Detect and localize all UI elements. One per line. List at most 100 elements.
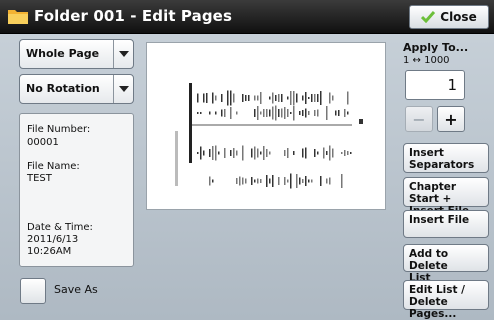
file-name-label: File Name: bbox=[27, 161, 80, 172]
scan-text-mark bbox=[347, 151, 349, 155]
scan-text-mark bbox=[308, 179, 310, 183]
scan-text-mark bbox=[314, 149, 316, 157]
scan-text-mark bbox=[281, 94, 283, 102]
page-select-value: Whole Page bbox=[26, 47, 100, 60]
scan-text-mark bbox=[242, 145, 244, 161]
save-as-label: Save As bbox=[54, 283, 98, 296]
scan-text-mark bbox=[230, 107, 232, 119]
scan-text-mark bbox=[284, 177, 286, 185]
scan-text-mark bbox=[302, 148, 304, 158]
insert-separators-line1: Insert bbox=[409, 147, 444, 159]
scan-text-mark bbox=[347, 91, 349, 105]
scan-text-mark bbox=[278, 94, 280, 102]
scan-text-mark bbox=[308, 111, 310, 115]
scan-text-mark bbox=[302, 179, 304, 183]
scan-text-mark bbox=[293, 91, 295, 105]
scan-text-mark bbox=[335, 110, 337, 116]
scan-text-mark bbox=[239, 176, 241, 186]
scan-text-mark bbox=[251, 148, 253, 158]
scan-text-mark bbox=[329, 145, 331, 161]
page-select-dropdown[interactable]: Whole Page bbox=[19, 39, 134, 69]
scan-text-mark bbox=[290, 112, 292, 114]
page-number-field[interactable]: 1 bbox=[405, 70, 465, 100]
chapter-start-insert-file-button[interactable]: Chapter Start + Insert File bbox=[403, 177, 489, 217]
folder-icon bbox=[8, 10, 28, 24]
scan-text-mark bbox=[260, 151, 262, 155]
insert-separators-button[interactable]: Insert Separators bbox=[403, 143, 489, 173]
scan-text-mark bbox=[269, 109, 271, 117]
file-name-value: TEST bbox=[27, 173, 52, 184]
file-number-label: File Number: bbox=[27, 124, 91, 135]
scan-text-mark bbox=[305, 147, 307, 159]
increment-button[interactable]: + bbox=[437, 106, 465, 132]
scan-text-mark bbox=[203, 150, 205, 156]
scan-text-mark bbox=[326, 151, 328, 155]
scan-text-mark bbox=[209, 149, 211, 157]
apply-to-title: Apply To... bbox=[403, 41, 469, 54]
scan-text-mark bbox=[329, 92, 331, 104]
scan-text-mark bbox=[332, 95, 334, 101]
scan-text-mark bbox=[218, 151, 220, 155]
scan-text-mark bbox=[212, 92, 214, 104]
scan-text-mark bbox=[308, 97, 310, 99]
scan-text-mark bbox=[290, 91, 292, 105]
scan-text-mark bbox=[242, 177, 244, 185]
decrement-button[interactable]: − bbox=[405, 106, 433, 132]
edit-list-line2: Delete Pages... bbox=[409, 296, 457, 320]
scan-text-mark bbox=[275, 105, 277, 121]
scan-text-mark bbox=[260, 92, 262, 104]
scan-text-mark bbox=[266, 109, 268, 117]
scan-text-mark bbox=[257, 95, 259, 101]
insert-file-button[interactable]: Insert File bbox=[403, 210, 489, 238]
scan-text-mark bbox=[245, 95, 247, 101]
edit-list-delete-pages-button[interactable]: Edit List / Delete Pages... bbox=[403, 280, 489, 320]
scan-text-mark bbox=[296, 93, 298, 103]
screen: Folder 001 - Edit Pages Close Whole Page… bbox=[0, 0, 494, 320]
chapter-start-line1: Chapter Start + bbox=[409, 181, 457, 205]
scan-text-mark bbox=[305, 108, 307, 118]
add-to-delete-line1: Add to Delete bbox=[409, 248, 449, 272]
scan-text-mark bbox=[287, 148, 289, 158]
scan-text-mark bbox=[293, 105, 295, 121]
scan-text-mark bbox=[281, 108, 283, 118]
scan-text-mark bbox=[296, 174, 298, 188]
scan-text-mark bbox=[197, 93, 199, 103]
close-button[interactable]: Close bbox=[409, 5, 489, 29]
scan-text-mark bbox=[215, 111, 217, 115]
file-number-value: 00001 bbox=[27, 137, 59, 148]
scan-text-mark bbox=[209, 176, 211, 186]
page-preview-image bbox=[175, 83, 363, 189]
scan-text-mark bbox=[350, 152, 352, 154]
save-as-checkbox[interactable] bbox=[20, 278, 46, 304]
scan-text-mark bbox=[311, 179, 313, 183]
scan-text-mark bbox=[236, 111, 238, 115]
page-title: Folder 001 - Edit Pages bbox=[34, 7, 232, 25]
scan-text-mark bbox=[341, 152, 343, 154]
scan-text-mark bbox=[305, 92, 307, 104]
scan-text-mark bbox=[269, 151, 271, 155]
scan-text-mark bbox=[299, 111, 301, 115]
scan-text-mark bbox=[287, 96, 289, 100]
scan-text-mark bbox=[221, 94, 223, 102]
date-value: 2011/6/13 bbox=[27, 234, 79, 245]
scan-text-mark bbox=[272, 106, 274, 120]
scan-text-mark bbox=[299, 177, 301, 185]
scan-text-mark bbox=[206, 93, 208, 103]
add-to-delete-list-button[interactable]: Add to Delete List bbox=[403, 244, 489, 284]
scan-text-mark bbox=[272, 175, 274, 187]
title-bar: Folder 001 - Edit Pages Close bbox=[0, 0, 494, 34]
scan-text-mark bbox=[344, 109, 346, 117]
scan-text-mark bbox=[320, 176, 322, 186]
close-label: Close bbox=[440, 10, 477, 24]
scan-text-mark bbox=[278, 177, 280, 185]
scan-text-mark bbox=[266, 149, 268, 157]
scan-text-mark bbox=[236, 150, 238, 156]
scan-text-mark bbox=[347, 111, 349, 115]
scan-text-mark bbox=[257, 178, 259, 184]
scan-text-mark bbox=[212, 179, 214, 183]
scan-text-mark bbox=[230, 150, 232, 156]
rotation-select-dropdown[interactable]: No Rotation bbox=[19, 74, 134, 104]
scan-text-mark bbox=[263, 146, 265, 160]
scan-text-mark bbox=[317, 109, 319, 117]
chevron-down-icon bbox=[113, 75, 133, 103]
